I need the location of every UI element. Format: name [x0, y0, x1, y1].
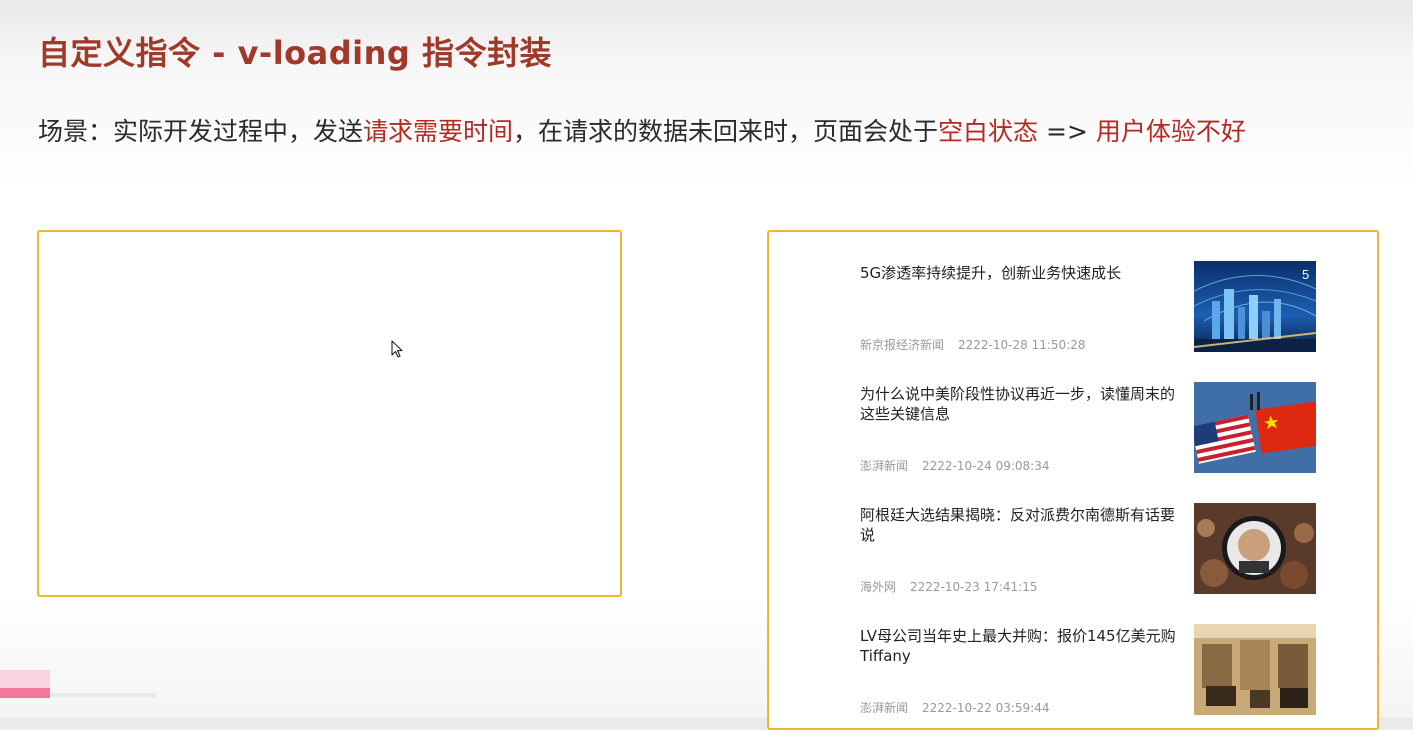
video-progress-track[interactable]	[50, 693, 156, 697]
news-time: 2222-10-23 17:41:15	[910, 580, 1038, 594]
news-source: 澎湃新闻	[860, 701, 909, 715]
slide-title: 自定义指令 - v-loading 指令封装	[38, 34, 552, 72]
news-meta: 海外网 2222-10-23 17:41:15	[860, 578, 1037, 595]
news-meta: 澎湃新闻 2222-10-24 09:08:34	[860, 457, 1049, 474]
news-meta: 澎湃新闻 2222-10-22 03:59:44	[860, 699, 1049, 716]
news-source: 澎湃新闻	[860, 459, 909, 473]
news-item[interactable]: LV母公司当年史上最大并购：报价145亿美元购Tiffany 澎湃新闻 2222-…	[860, 624, 1320, 722]
mouse-pointer-icon	[391, 340, 403, 362]
scene-highlight-request-time: 请求需要时间	[363, 117, 514, 146]
us-china-flags-image[interactable]	[1194, 382, 1316, 473]
news-title[interactable]: 为什么说中美阶段性协议再近一步，读懂周末的这些关键信息	[860, 384, 1182, 424]
5g-city-image[interactable]: 5	[1194, 261, 1316, 352]
scene-prefix: 场景：实际开发过程中，发送	[38, 117, 364, 146]
news-title[interactable]: 5G渗透率持续提升，创新业务快速成长	[860, 263, 1182, 283]
news-item[interactable]: 阿根廷大选结果揭晓：反对派费尔南德斯有话要说 海外网 2222-10-23 17:…	[860, 503, 1320, 601]
svg-text:5: 5	[1302, 267, 1309, 282]
scene-middle: ，在请求的数据未回来时，页面会处于	[513, 117, 939, 146]
news-title[interactable]: 阿根廷大选结果揭晓：反对派费尔南德斯有话要说	[860, 505, 1182, 545]
news-meta: 新京报经济新闻 2222-10-28 11:50:28	[860, 336, 1085, 353]
news-item[interactable]: 5G渗透率持续提升，创新业务快速成长 新京报经济新闻 2222-10-28 11:…	[860, 261, 1320, 359]
news-source: 新京报经济新闻	[860, 338, 945, 352]
video-progress-played[interactable]	[0, 670, 50, 698]
news-time: 2222-10-28 11:50:28	[958, 338, 1086, 352]
news-time: 2222-10-24 09:08:34	[922, 459, 1050, 473]
store-interior-image[interactable]	[1194, 624, 1316, 715]
scene-highlight-bad-ux: 用户体验不好	[1095, 117, 1246, 146]
news-item[interactable]: 为什么说中美阶段性协议再近一步，读懂周末的这些关键信息 澎湃新闻 2222-10-…	[860, 382, 1320, 480]
election-crowd-image[interactable]	[1194, 503, 1316, 594]
empty-state-panel	[37, 230, 622, 597]
news-source: 海外网	[860, 580, 897, 594]
news-time: 2222-10-22 03:59:44	[922, 701, 1050, 715]
scene-description: 场景：实际开发过程中，发送请求需要时间，在请求的数据未回来时，页面会处于空白状态…	[38, 112, 1246, 148]
scene-arrow: =>	[1038, 117, 1096, 146]
news-list-panel: 5G渗透率持续提升，创新业务快速成长 新京报经济新闻 2222-10-28 11:…	[767, 230, 1379, 730]
scene-highlight-blank-state: 空白状态	[938, 117, 1039, 146]
news-title[interactable]: LV母公司当年史上最大并购：报价145亿美元购Tiffany	[860, 626, 1182, 666]
